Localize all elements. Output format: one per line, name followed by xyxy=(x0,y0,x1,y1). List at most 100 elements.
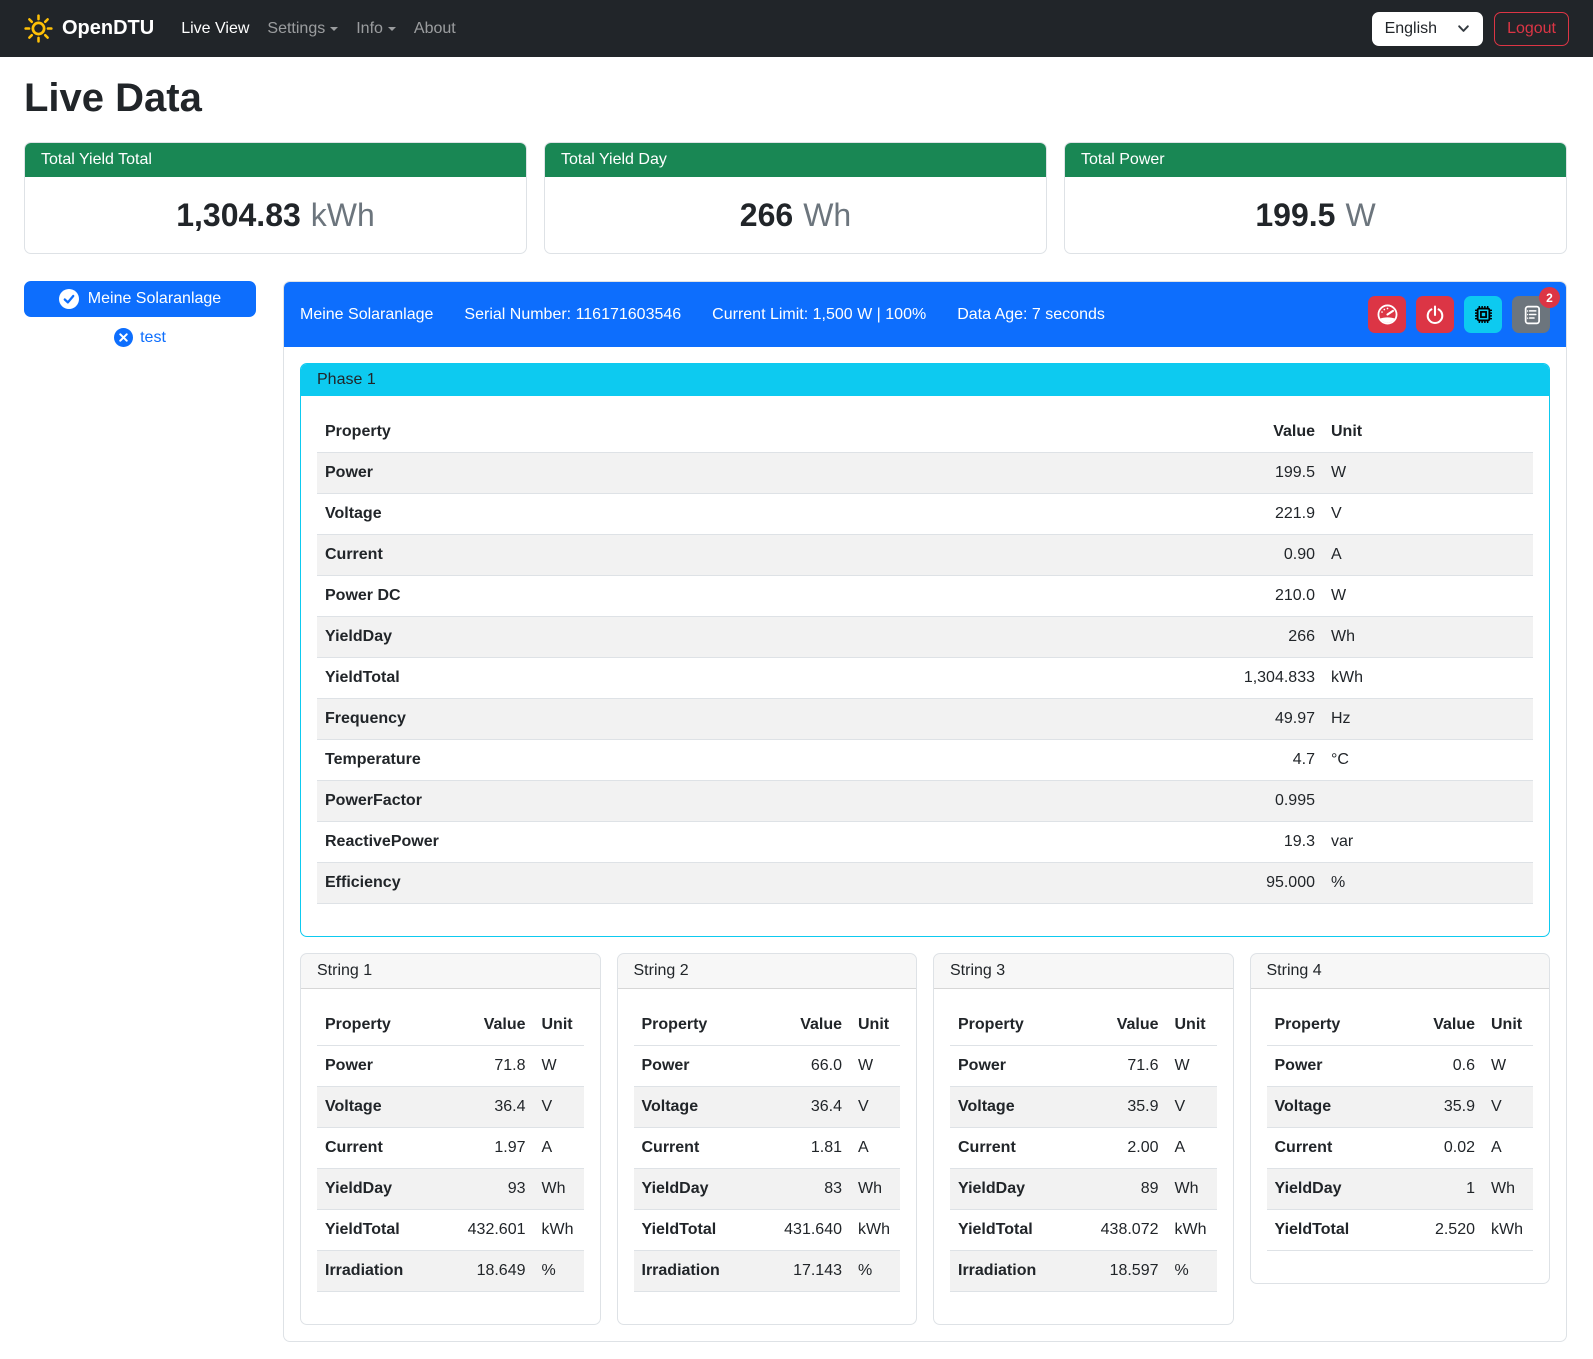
nav-settings[interactable]: Settings xyxy=(258,12,347,46)
property-cell: YieldDay xyxy=(634,1169,754,1210)
column-value: Value xyxy=(1386,1005,1483,1046)
value-cell: 0.6 xyxy=(1386,1046,1483,1087)
phase-table-body: Power199.5WVoltage221.9VCurrent0.90APowe… xyxy=(317,453,1533,904)
nav-live-view-label: Live View xyxy=(181,20,249,38)
unit-cell: Wh xyxy=(1483,1169,1533,1210)
table-row: Irradiation17.143% xyxy=(634,1251,901,1292)
value-cell: 1,304.833 xyxy=(1153,658,1323,699)
string-card-title: String 2 xyxy=(618,954,917,989)
page-title: Live Data xyxy=(24,76,1567,121)
property-cell: YieldTotal xyxy=(634,1210,754,1251)
property-cell: YieldDay xyxy=(317,1169,437,1210)
inverter-panel-header: Meine Solaranlage Serial Number: 1161716… xyxy=(284,282,1566,347)
value-cell: 49.97 xyxy=(1153,699,1323,740)
unit-cell: % xyxy=(534,1251,584,1292)
table-row: Current1.81A xyxy=(634,1128,901,1169)
property-cell: Temperature xyxy=(317,740,1153,781)
value-cell: 95.000 xyxy=(1153,863,1323,904)
property-cell: Power xyxy=(1267,1046,1387,1087)
value-cell: 0.90 xyxy=(1153,535,1323,576)
limit-settings-button[interactable] xyxy=(1368,296,1406,333)
table-row: YieldTotal438.072kWh xyxy=(950,1210,1217,1251)
unit-cell: V xyxy=(534,1087,584,1128)
value-cell: 93 xyxy=(437,1169,534,1210)
table-header-row: Property Value Unit xyxy=(317,412,1533,453)
card-unit: W xyxy=(1345,197,1375,233)
table-row: YieldTotal2.520kWh xyxy=(1267,1210,1534,1251)
string-card-title: String 4 xyxy=(1251,954,1550,989)
string-table: PropertyValueUnitPower71.8WVoltage36.4VC… xyxy=(317,1005,584,1292)
value-cell: 18.597 xyxy=(1070,1251,1167,1292)
property-cell: Voltage xyxy=(317,1087,437,1128)
string-table: PropertyValueUnitPower71.6WVoltage35.9VC… xyxy=(950,1005,1217,1292)
value-cell: 83 xyxy=(753,1169,850,1210)
column-unit: Unit xyxy=(534,1005,584,1046)
column-value: Value xyxy=(437,1005,534,1046)
unit-cell: % xyxy=(1323,863,1533,904)
value-cell: 66.0 xyxy=(753,1046,850,1087)
property-cell: Current xyxy=(1267,1128,1387,1169)
value-cell: 1.97 xyxy=(437,1128,534,1169)
string-card: String 1 PropertyValueUnitPower71.8WVolta… xyxy=(300,953,601,1325)
device-info-button[interactable] xyxy=(1464,296,1502,333)
event-log-button[interactable]: 2 xyxy=(1512,296,1550,333)
inverter-select-button-inactive[interactable]: test xyxy=(114,328,166,347)
language-select[interactable]: English xyxy=(1372,12,1483,46)
unit-cell: kWh xyxy=(1483,1210,1533,1251)
property-cell: Power xyxy=(317,1046,437,1087)
inverter-limit: Current Limit: 1,500 W | 100% xyxy=(712,306,926,324)
check-circle-icon xyxy=(59,289,79,309)
property-cell: Power xyxy=(950,1046,1070,1087)
property-cell: YieldDay xyxy=(1267,1169,1387,1210)
nav-info[interactable]: Info xyxy=(347,12,405,46)
speedometer-icon xyxy=(1376,303,1399,326)
table-row: Voltage36.4V xyxy=(317,1087,584,1128)
unit-cell: A xyxy=(1167,1128,1217,1169)
inverter-name-label: Meine Solaranlage xyxy=(88,290,221,308)
unit-cell: V xyxy=(1483,1087,1533,1128)
nav-links: Live View Settings Info About xyxy=(172,12,465,46)
string-card-title: String 1 xyxy=(301,954,600,989)
logout-button[interactable]: Logout xyxy=(1494,12,1569,46)
chevron-down-icon xyxy=(1457,22,1470,35)
card-unit: kWh xyxy=(311,197,375,233)
column-value: Value xyxy=(1153,412,1323,453)
property-cell: PowerFactor xyxy=(317,781,1153,822)
table-row: YieldDay93Wh xyxy=(317,1169,584,1210)
property-cell: Irradiation xyxy=(950,1251,1070,1292)
property-cell: Power DC xyxy=(317,576,1153,617)
nav-about[interactable]: About xyxy=(405,12,465,46)
column-unit: Unit xyxy=(1323,412,1533,453)
card-value: 199.5 xyxy=(1255,197,1335,233)
value-cell: 71.6 xyxy=(1070,1046,1167,1087)
property-cell: Voltage xyxy=(1267,1087,1387,1128)
nav-live-view[interactable]: Live View xyxy=(172,12,258,46)
total-yield-total-card: Total Yield Total 1,304.83kWh xyxy=(24,142,527,254)
nav-about-label: About xyxy=(414,20,456,38)
unit-cell: °C xyxy=(1323,740,1533,781)
property-cell: YieldTotal xyxy=(950,1210,1070,1251)
inverter-select-button-active[interactable]: Meine Solaranlage xyxy=(24,281,256,317)
value-cell: 431.640 xyxy=(753,1210,850,1251)
brand-home-link[interactable]: OpenDTU xyxy=(24,14,154,43)
power-toggle-button[interactable] xyxy=(1416,296,1454,333)
table-header-row: PropertyValueUnit xyxy=(634,1005,901,1046)
column-property: Property xyxy=(317,1005,437,1046)
inverter-sidebar: Meine Solaranlage test xyxy=(24,281,256,347)
string-table: PropertyValueUnitPower0.6WVoltage35.9VCu… xyxy=(1267,1005,1534,1251)
value-cell: 36.4 xyxy=(437,1087,534,1128)
property-cell: Current xyxy=(950,1128,1070,1169)
column-property: Property xyxy=(950,1005,1070,1046)
table-row: Power DC210.0W xyxy=(317,576,1533,617)
table-row: Power71.8W xyxy=(317,1046,584,1087)
unit-cell: kWh xyxy=(850,1210,900,1251)
table-row: YieldDay266Wh xyxy=(317,617,1533,658)
event-count-badge: 2 xyxy=(1539,287,1560,308)
value-cell: 4.7 xyxy=(1153,740,1323,781)
value-cell: 0.995 xyxy=(1153,781,1323,822)
unit-cell: A xyxy=(1483,1128,1533,1169)
string-card: String 2PropertyValueUnitPower66.0WVolta… xyxy=(617,953,918,1325)
main-content: Live Data Total Yield Total 1,304.83kWh … xyxy=(0,76,1593,1356)
property-cell: Irradiation xyxy=(634,1251,754,1292)
card-value: 266 xyxy=(740,197,793,233)
